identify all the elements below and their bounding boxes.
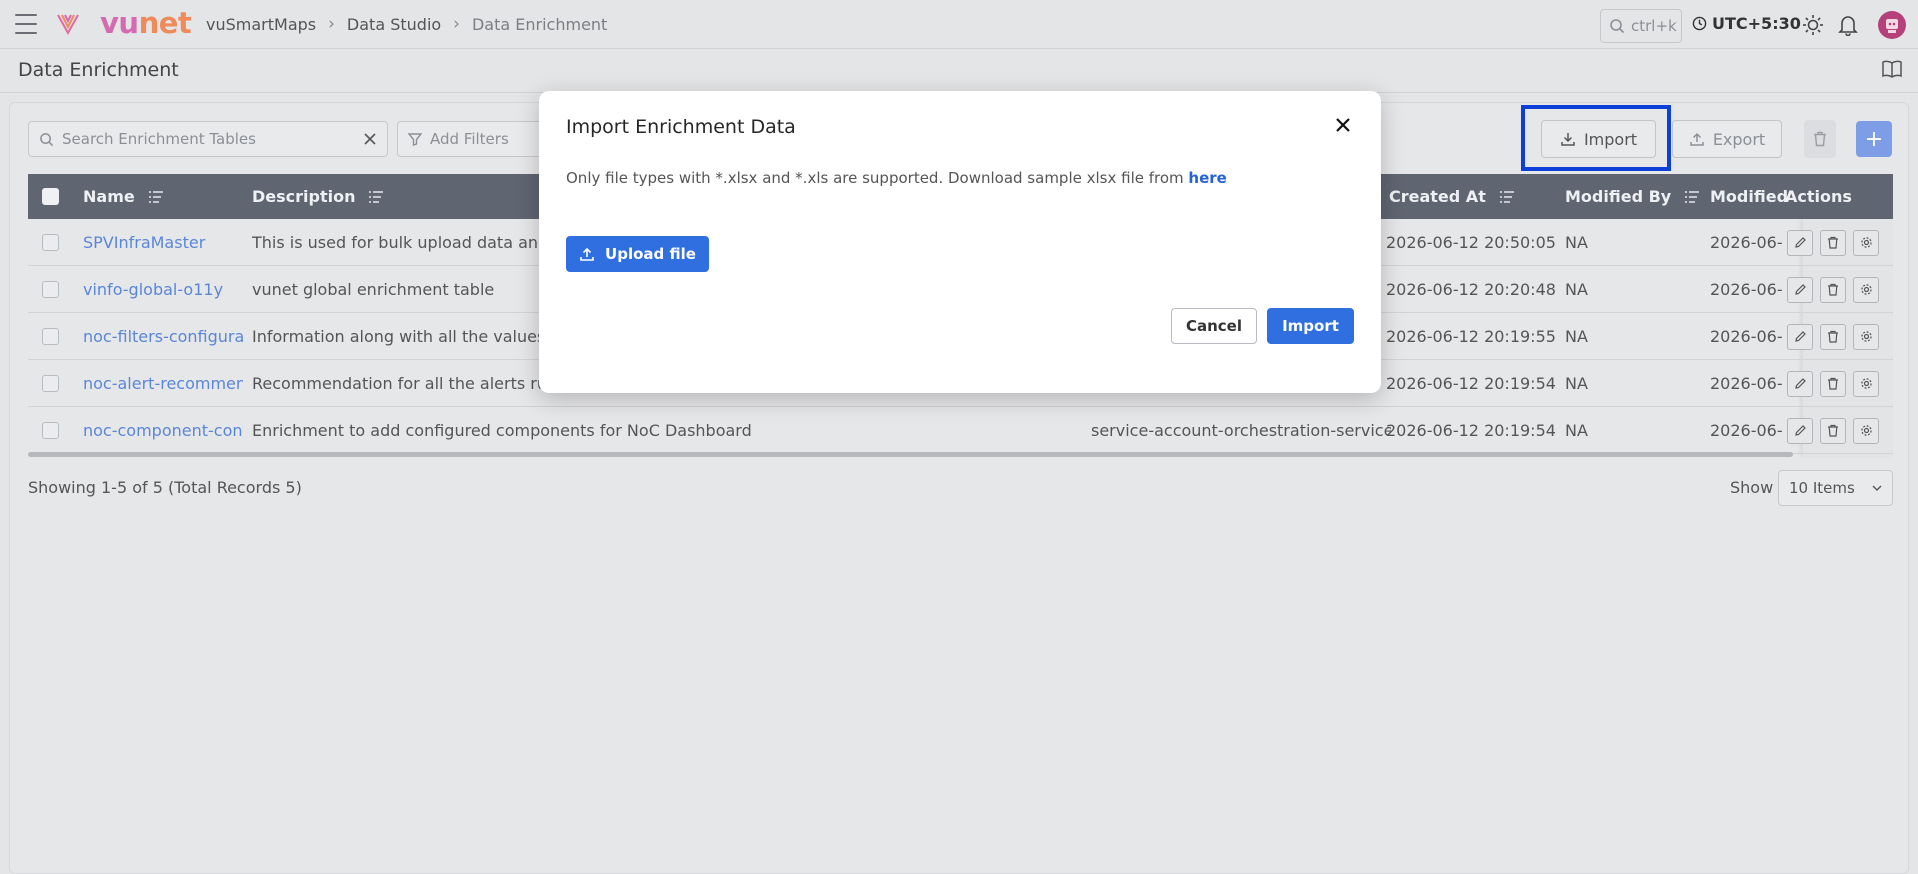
dialog-import-button[interactable]: Import [1267, 308, 1354, 344]
dialog-title: Import Enrichment Data [566, 116, 796, 138]
import-enrichment-dialog: Import Enrichment Data Only file types w… [539, 91, 1381, 393]
cancel-button[interactable]: Cancel [1171, 308, 1257, 344]
dialog-description: Only file types with *.xlsx and *.xls ar… [566, 169, 1227, 187]
sample-download-link[interactable]: here [1188, 169, 1226, 187]
upload-file-button[interactable]: Upload file [566, 236, 709, 272]
upload-file-label: Upload file [605, 245, 696, 263]
dialog-description-text: Only file types with *.xlsx and *.xls ar… [566, 169, 1184, 187]
upload-icon [580, 247, 594, 261]
close-icon[interactable] [1331, 113, 1355, 137]
